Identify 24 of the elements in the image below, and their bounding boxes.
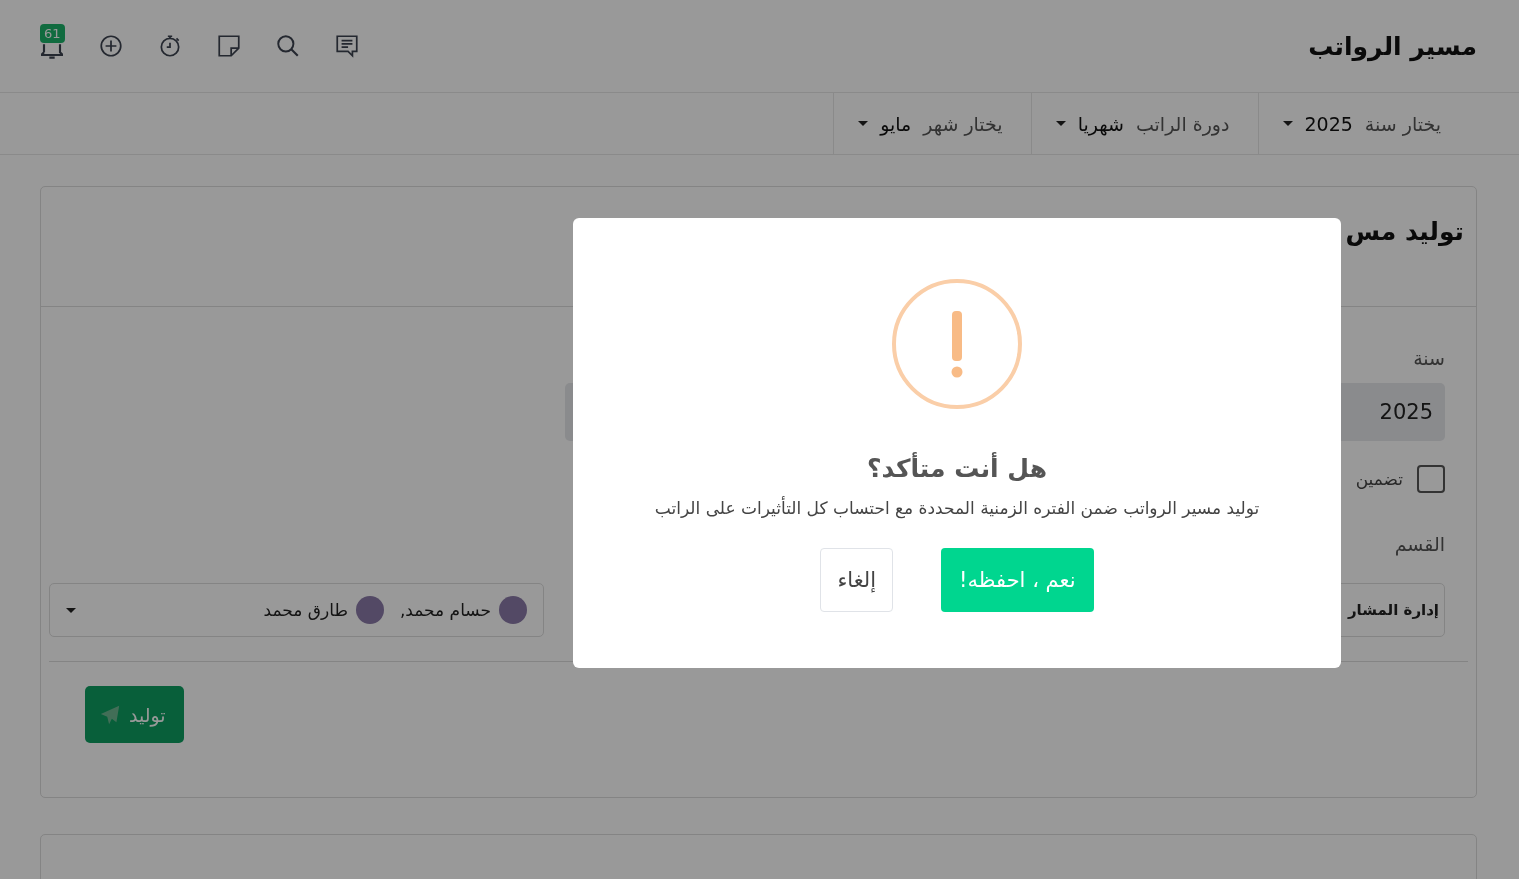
search-icon[interactable] xyxy=(274,33,301,59)
sticky-note-icon[interactable] xyxy=(215,33,242,59)
notification-badge: 61 xyxy=(40,23,65,43)
employee-name: حسام محمد, xyxy=(399,600,491,620)
checkbox[interactable] xyxy=(1417,465,1445,493)
card-title: توليد مس xyxy=(1344,217,1464,246)
avatar-icon xyxy=(355,596,384,624)
caret-icon xyxy=(66,607,76,613)
dialog-message: توليد مسير الرواتب ضمن الفتره الزمنية المحددة مع احتساب كل التأثيرات على الراتب xyxy=(654,497,1260,520)
field-label: سنة xyxy=(1412,347,1445,369)
page-title: مسير الرواتب xyxy=(1308,31,1477,61)
cancel-button[interactable]: إلغاء xyxy=(820,547,894,612)
checkbox-label: تضمين xyxy=(1355,469,1403,489)
filter-dropdown[interactable]: دورة الراتب شهريا xyxy=(1030,93,1258,154)
employee-name: طارق محمد xyxy=(263,600,348,620)
message-icon[interactable] xyxy=(333,33,360,59)
avatar-icon xyxy=(499,596,527,624)
field-label: القسم xyxy=(1393,533,1445,555)
plus-circle-icon[interactable] xyxy=(97,33,124,59)
employee-select[interactable]: حسام محمد, طارق محمد xyxy=(49,583,544,637)
dialog-title: هل أنت متأكد؟ xyxy=(867,454,1047,483)
paper-plane-icon xyxy=(99,703,121,726)
filter-dropdown[interactable]: يختار شهر مايو xyxy=(833,93,1031,154)
warning-icon xyxy=(891,278,1023,410)
